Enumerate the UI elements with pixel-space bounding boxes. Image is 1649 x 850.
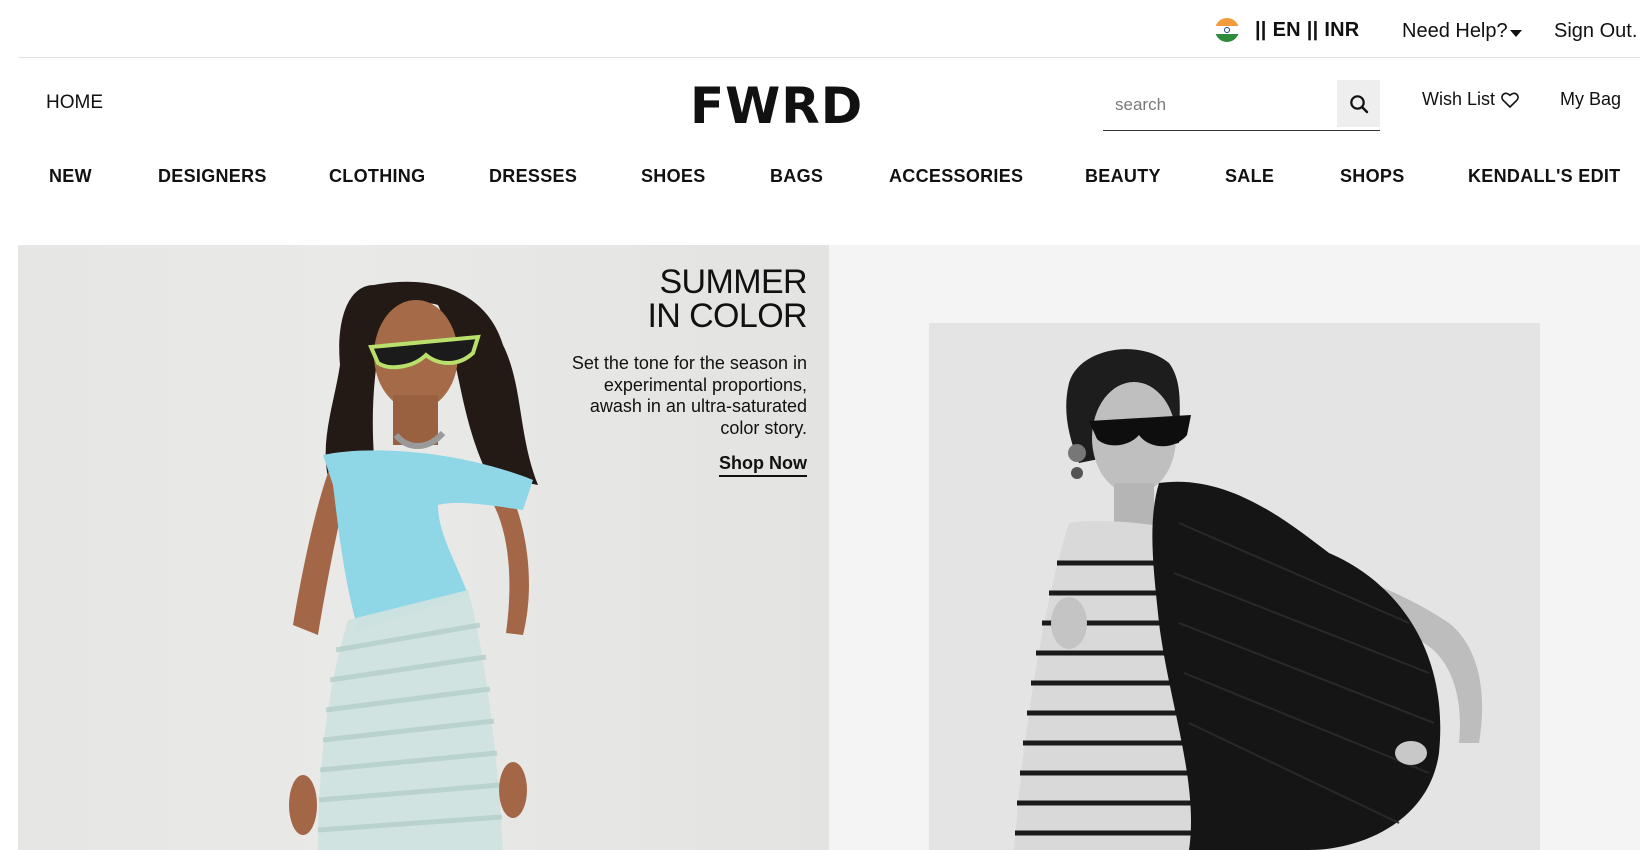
hero-banner-summer-in-color[interactable]: SUMMER IN COLOR Set the tone for the sea… xyxy=(18,245,829,850)
home-link[interactable]: HOME xyxy=(46,92,103,114)
nav-item-beauty[interactable]: BEAUTY xyxy=(1085,166,1161,187)
promo-description: Set the tone for the season in experimen… xyxy=(571,353,807,438)
shop-now-link[interactable]: Shop Now xyxy=(719,453,807,477)
sign-out-link[interactable]: Sign Out. xyxy=(1554,20,1637,43)
need-help-dropdown[interactable]: Need Help? xyxy=(1402,20,1522,43)
nav-item-kendalls-edit[interactable]: KENDALL'S EDIT xyxy=(1468,166,1620,187)
promo-text-block: SUMMER IN COLOR Set the tone for the sea… xyxy=(547,265,808,477)
promo-title: SUMMER IN COLOR xyxy=(547,265,807,333)
locale-selector[interactable]: || EN || INR xyxy=(1215,18,1359,42)
utility-bar xyxy=(18,0,1640,58)
heart-icon xyxy=(1501,92,1519,108)
search-input[interactable] xyxy=(1103,80,1333,130)
promo-title-line-2: IN COLOR xyxy=(647,297,807,335)
search-box xyxy=(1103,80,1380,131)
model-photo-bw xyxy=(929,323,1540,850)
currency-label: INR xyxy=(1324,18,1360,41)
nav-item-clothing[interactable]: CLOTHING xyxy=(329,166,425,187)
nav-item-sale[interactable]: SALE xyxy=(1225,166,1274,187)
nav-item-designers[interactable]: DESIGNERS xyxy=(158,166,267,187)
promo-title-line-1: SUMMER xyxy=(659,263,807,301)
main-nav: NEW DESIGNERS CLOTHING DRESSES SHOES BAG… xyxy=(0,166,1649,196)
separator: || xyxy=(1255,18,1267,41)
nav-item-shops[interactable]: SHOPS xyxy=(1340,166,1405,187)
separator: || xyxy=(1306,18,1319,41)
need-help-label: Need Help? xyxy=(1402,20,1508,42)
wish-list-link[interactable]: Wish List xyxy=(1422,89,1519,110)
my-bag-link[interactable]: My Bag xyxy=(1560,89,1621,110)
hero-banner-editorial-bw[interactable] xyxy=(829,245,1640,850)
nav-item-shoes[interactable]: SHOES xyxy=(641,166,706,187)
model-illustration-bw xyxy=(929,323,1540,850)
nav-item-bags[interactable]: BAGS xyxy=(770,166,823,187)
nav-item-new[interactable]: NEW xyxy=(49,166,92,187)
fwrd-logo[interactable]: FWRD xyxy=(690,78,863,134)
search-button[interactable] xyxy=(1337,80,1380,127)
caret-down-icon xyxy=(1509,29,1522,37)
nav-item-accessories[interactable]: ACCESSORIES xyxy=(889,166,1023,187)
language-label: EN xyxy=(1272,18,1301,41)
nav-item-dresses[interactable]: DRESSES xyxy=(489,166,577,187)
fwrd-homepage: || EN || INR Need Help? Sign Out. HOME F… xyxy=(0,0,1649,850)
india-flag-icon xyxy=(1215,18,1239,42)
wish-list-label: Wish List xyxy=(1422,89,1496,109)
search-icon xyxy=(1349,94,1368,113)
